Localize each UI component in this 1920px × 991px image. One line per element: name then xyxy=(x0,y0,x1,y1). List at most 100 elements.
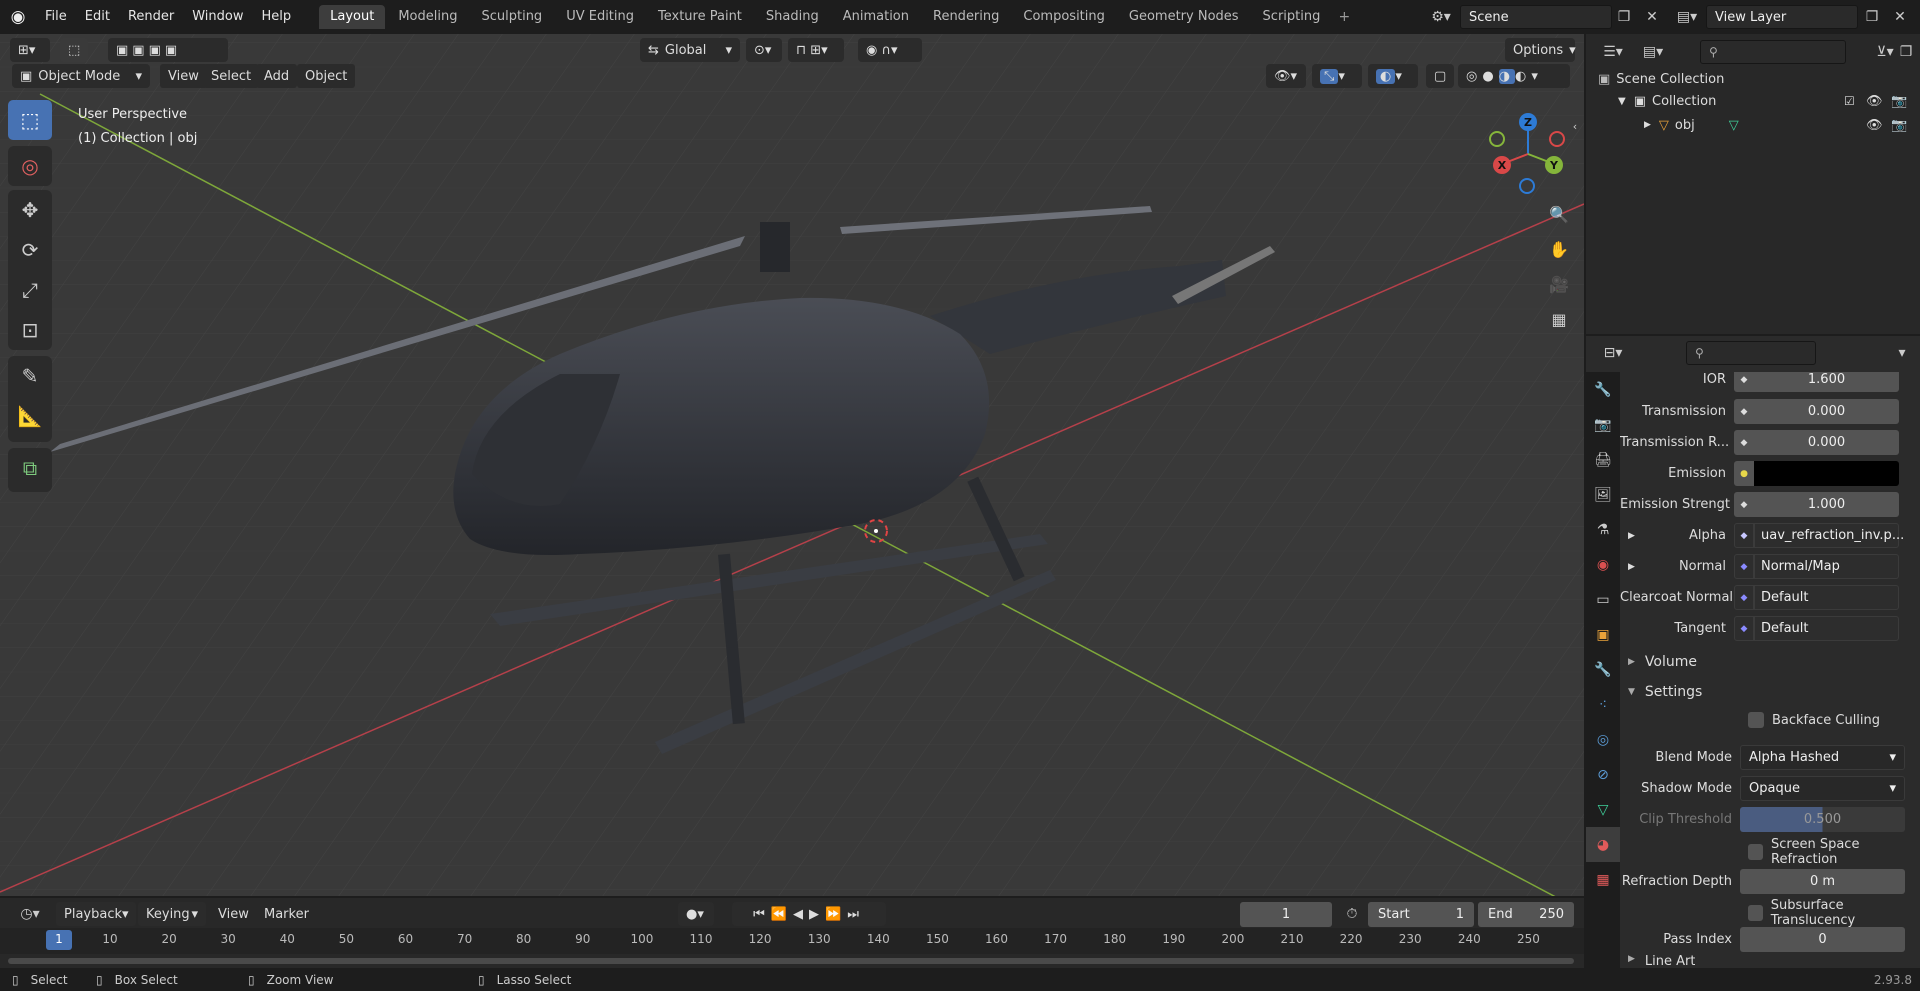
ortho-toggle-icon[interactable]: ▦ xyxy=(1547,307,1571,331)
outliner-row-collection[interactable]: ▼ ▣ Collection ☑ 👁 📷 xyxy=(1586,90,1920,112)
tangent-value[interactable]: Default xyxy=(1754,616,1899,641)
viewport-scene[interactable] xyxy=(0,34,1584,896)
backface-culling-checkbox[interactable]: Backface Culling xyxy=(1748,712,1880,728)
timeline-view-menu[interactable]: View xyxy=(210,902,257,926)
prev-keyframe-icon[interactable]: ⏪ xyxy=(771,907,793,922)
scale-tool[interactable]: ⤢ xyxy=(8,270,52,310)
output-tab-icon[interactable]: 🖨 xyxy=(1586,442,1620,477)
pan-hand-icon[interactable]: ✋ xyxy=(1547,237,1571,261)
render-tab-icon[interactable]: 📷 xyxy=(1586,407,1620,442)
playback-controls[interactable]: ⏮ ⏪ ◀ ▶ ⏩ ⏭ xyxy=(732,902,886,926)
next-keyframe-icon[interactable]: ⏩ xyxy=(825,907,847,922)
current-frame-field[interactable]: 1 xyxy=(1240,902,1332,927)
menu-edit[interactable]: Edit xyxy=(76,0,119,34)
menu-file[interactable]: File xyxy=(36,0,76,34)
emission-color-swatch[interactable] xyxy=(1754,461,1899,486)
tab-animation[interactable]: Animation xyxy=(832,5,920,29)
world-tab-icon[interactable]: ◉ xyxy=(1586,547,1620,582)
gizmo-toggle-button[interactable]: ⤡ ▾ xyxy=(1312,64,1362,88)
socket-icon[interactable]: ◆ xyxy=(1734,372,1754,392)
socket-icon[interactable]: ◆ xyxy=(1734,430,1754,455)
delete-view-layer-icon[interactable]: ✕ xyxy=(1888,5,1912,29)
move-tool[interactable]: ✥ xyxy=(8,190,52,230)
playback-menu[interactable]: Playback ▾ xyxy=(56,902,136,926)
transform-orientation-select[interactable]: ⇆ Global ▾ xyxy=(640,38,740,62)
jump-start-icon[interactable]: ⏮ xyxy=(753,907,771,922)
options-button[interactable]: Options ▾ xyxy=(1505,38,1576,62)
ior-value[interactable]: 1.600 xyxy=(1754,372,1899,392)
visibility-eye-icon[interactable]: 👁 xyxy=(1866,118,1883,133)
properties-editor-type-icon[interactable]: ⊟▾ xyxy=(1596,341,1630,365)
measure-tool[interactable]: 📐 xyxy=(8,396,52,436)
texture-tab-icon[interactable]: ▦ xyxy=(1586,862,1620,896)
editor-type-button[interactable]: ⊞▾ xyxy=(10,38,50,62)
normal-link-value[interactable]: Normal/Map xyxy=(1754,554,1899,579)
transform-tool[interactable]: ⊡ xyxy=(8,310,52,350)
tab-scripting[interactable]: Scripting xyxy=(1252,5,1332,29)
collection-tab-icon[interactable]: ▭ xyxy=(1586,582,1620,617)
outliner-row-scene[interactable]: ▣ Scene Collection xyxy=(1586,68,1920,90)
tab-uv-editing[interactable]: UV Editing xyxy=(555,5,645,29)
clearcoat-normal-value[interactable]: Default xyxy=(1754,585,1899,610)
timeline-scrollbar[interactable] xyxy=(8,958,1574,964)
blend-mode-select[interactable]: Alpha Hashed ▾ xyxy=(1740,745,1905,770)
socket-icon[interactable]: ◆ xyxy=(1734,399,1754,424)
outliner-editor-type-icon[interactable]: ☰▾ xyxy=(1596,40,1630,64)
settings-panel-header[interactable]: ▼ Settings xyxy=(1628,679,1702,705)
xray-toggle-button[interactable]: ▢ xyxy=(1426,64,1454,88)
particles-tab-icon[interactable]: ⁖ xyxy=(1586,687,1620,722)
shading-mode-group[interactable]: ◎● ◑ ◐▾ xyxy=(1458,64,1570,88)
new-scene-icon[interactable]: ❐ xyxy=(1612,5,1636,29)
alpha-link-value[interactable]: uav_refraction_inv.p... xyxy=(1754,523,1904,548)
gizmo-neg-z-ball[interactable] xyxy=(1519,178,1535,194)
scene-tab-icon[interactable]: ⚗ xyxy=(1586,512,1620,547)
pivot-point-button[interactable]: ⊙▾ xyxy=(746,38,782,62)
tab-geometry-nodes[interactable]: Geometry Nodes xyxy=(1118,5,1250,29)
end-frame-field[interactable]: End 250 xyxy=(1478,902,1574,927)
tab-sculpting[interactable]: Sculpting xyxy=(470,5,553,29)
gizmo-neg-x-ball[interactable] xyxy=(1549,131,1565,147)
start-frame-field[interactable]: Start 1 xyxy=(1368,902,1474,927)
refraction-depth-field[interactable]: 0 m xyxy=(1740,869,1905,894)
collapse-arrow-icon[interactable]: ▼ xyxy=(1618,96,1626,107)
overlay-toggle-button[interactable]: ◐ ▾ xyxy=(1368,64,1418,88)
menu-select[interactable]: Select xyxy=(203,64,260,88)
constraints-tab-icon[interactable]: ⊘ xyxy=(1586,757,1620,792)
zoom-icon[interactable]: 🔍 xyxy=(1547,202,1571,226)
keying-menu[interactable]: Keying ▾ xyxy=(138,902,206,926)
view-layer-tab-icon[interactable]: 🖼 xyxy=(1586,477,1620,512)
properties-search-input[interactable]: ⚲ xyxy=(1686,341,1816,365)
menu-object[interactable]: Object xyxy=(297,64,356,88)
delete-scene-icon[interactable]: ✕ xyxy=(1640,5,1664,29)
timeline-editor-type-icon[interactable]: ◷▾ xyxy=(10,902,50,926)
scene-name-field[interactable]: Scene xyxy=(1460,5,1612,29)
line-art-panel-header[interactable]: ▶ Line Art xyxy=(1628,954,1695,968)
tab-modeling[interactable]: Modeling xyxy=(387,5,468,29)
blender-logo-icon[interactable]: ◉ xyxy=(0,7,36,27)
view-layer-field[interactable]: View Layer xyxy=(1706,5,1858,29)
emission-strength-value[interactable]: 1.000 xyxy=(1754,492,1899,517)
new-view-layer-icon[interactable]: ❐ xyxy=(1860,5,1884,29)
expand-arrow-icon[interactable]: ▶ xyxy=(1628,562,1635,572)
add-cube-tool[interactable]: ⧉ xyxy=(8,448,52,488)
link-socket-icon[interactable]: ◆ xyxy=(1734,523,1754,548)
menu-render[interactable]: Render xyxy=(119,0,183,34)
play-reverse-icon[interactable]: ◀ xyxy=(793,907,809,922)
tab-compositing[interactable]: Compositing xyxy=(1012,5,1116,29)
gizmo-z-ball[interactable]: Z xyxy=(1519,113,1537,131)
proportional-edit-button[interactable]: ◉ ∩▾ xyxy=(858,38,922,62)
properties-options-icon[interactable]: ▾ xyxy=(1890,341,1914,365)
select-box-tool[interactable]: ⬚ xyxy=(8,100,52,140)
tab-layout[interactable]: Layout xyxy=(319,5,386,29)
pass-index-field[interactable]: 0 xyxy=(1740,927,1905,952)
frame-ruler[interactable]: 1 10 20 30 40 50 60 70 80 90 100 110 120 130 140 150 160… xyxy=(0,928,1584,954)
object-tab-icon[interactable]: ▣ xyxy=(1586,617,1620,652)
display-mode-icon[interactable]: ▤▾ xyxy=(1636,40,1670,64)
material-tab-icon[interactable]: ◕ xyxy=(1586,827,1620,862)
sidebar-toggle-icon[interactable]: ‹ xyxy=(1568,114,1582,138)
modifier-tab-icon[interactable]: 🔧 xyxy=(1586,652,1620,687)
gizmo-neg-y-ball[interactable] xyxy=(1489,131,1505,147)
gizmo-y-ball[interactable]: Y xyxy=(1545,156,1563,174)
expand-arrow-icon[interactable]: ▶ xyxy=(1644,120,1651,130)
mode-select[interactable]: ▣ Object Mode ▾ xyxy=(12,64,150,88)
